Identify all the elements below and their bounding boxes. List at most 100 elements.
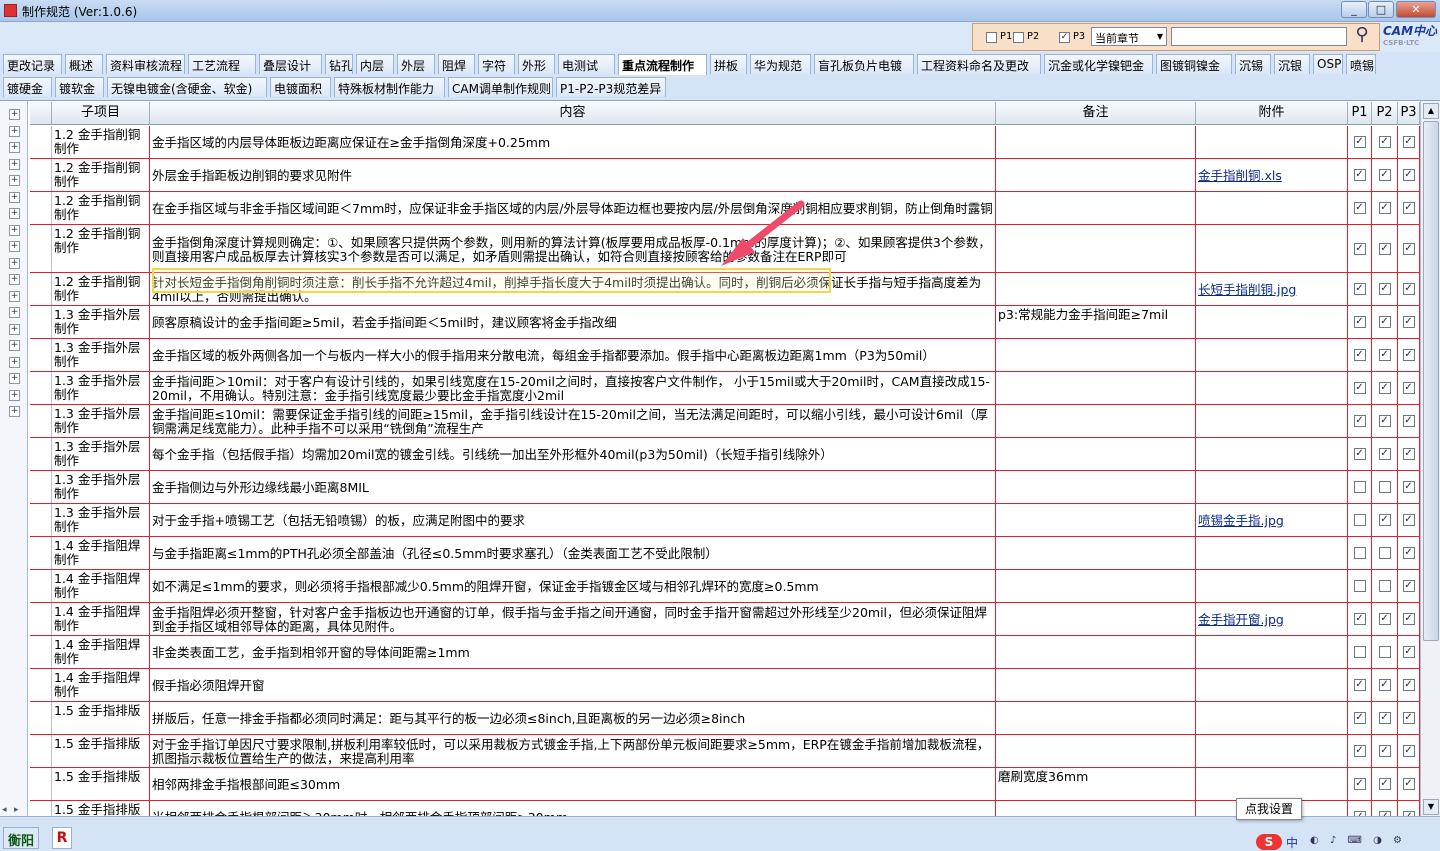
p1-checkbox[interactable]: ✓ — [1353, 679, 1366, 691]
tree-expand-icon[interactable]: + — [9, 125, 20, 137]
row-indicator[interactable] — [30, 306, 52, 338]
row-indicator[interactable] — [30, 768, 52, 800]
table-row[interactable]: 1.3 金手指外层制作 顾客原稿设计的金手指间距≥5mil，若金手指间距＜5mil… — [30, 306, 1420, 339]
p1-checkbox[interactable]: ✓ — [1353, 169, 1366, 181]
tab-8[interactable]: 阻焊 — [438, 54, 475, 74]
p3-checkbox[interactable]: ✓ — [1402, 242, 1415, 255]
tab-16[interactable]: 工程资料命名及更改 — [917, 54, 1041, 74]
p1-checkbox[interactable] — [1353, 547, 1366, 559]
p1-checkbox[interactable]: ✓ — [1353, 202, 1366, 214]
p1-checkbox[interactable] — [1353, 580, 1366, 592]
table-row[interactable]: 1.4 金手指阻焊制作 如不满足≤1mm的要求，则必须将手指根部减少0.5mm的阻… — [30, 570, 1420, 603]
p3-checkbox[interactable]: ✓ — [1402, 745, 1415, 757]
tab-15[interactable]: 盲孔板负片电镀 — [814, 54, 914, 74]
tab2-6[interactable]: P1-P2-P3规范差异 — [556, 77, 666, 97]
p2-checkbox[interactable] — [1378, 547, 1391, 559]
filter-p3-checkbox[interactable]: ✓ — [1059, 32, 1070, 43]
row-indicator[interactable] — [30, 339, 52, 371]
company-label[interactable]: 衡阳 — [3, 827, 40, 849]
tree-expand-icon[interactable]: + — [9, 323, 20, 335]
p3-checkbox[interactable]: ✓ — [1402, 382, 1415, 394]
row-indicator[interactable] — [30, 702, 52, 734]
table-row[interactable]: 1.4 金手指阻焊制作 与金手指距离≤1mm的PTH孔必须全部盖油（孔径≤0.5m… — [30, 537, 1420, 570]
tab-10[interactable]: 外形 — [518, 54, 555, 74]
row-indicator[interactable] — [30, 603, 52, 635]
tree-expand-icon[interactable]: + — [9, 389, 20, 401]
tab2-4[interactable]: 特殊板材制作能力 — [334, 77, 445, 97]
tree-expand-icon[interactable]: + — [9, 373, 20, 384]
close-button[interactable]: ✕ — [1396, 1, 1436, 18]
p3-checkbox[interactable]: ✓ — [1402, 448, 1415, 460]
row-indicator[interactable] — [30, 126, 52, 158]
tree-expand-icon[interactable]: + — [9, 274, 20, 285]
attachment-link[interactable]: 金手指开窗.jpg — [1198, 613, 1284, 627]
table-row[interactable]: 1.3 金手指外层制作 对于金手指+喷锡工艺（包括无铅喷锡）的板，应满足附图中的要… — [30, 504, 1420, 537]
header-content[interactable]: 内容 — [150, 102, 996, 125]
p2-checkbox[interactable]: ✓ — [1378, 514, 1391, 526]
search-icon[interactable]: ⚲ — [1350, 24, 1374, 48]
p1-checkbox[interactable] — [1353, 514, 1366, 526]
row-indicator[interactable] — [30, 192, 52, 224]
row-indicator[interactable] — [30, 669, 52, 701]
tab-5[interactable]: 钻孔 — [325, 54, 353, 74]
table-row[interactable]: 1.3 金手指外层制作 金手指间距＞10mil：对于客户有设计引线的，如果引线宽度… — [30, 372, 1420, 405]
tree-expand-icon[interactable]: + — [9, 158, 20, 170]
p1-checkbox[interactable]: ✓ — [1353, 349, 1366, 361]
scroll-right-icon[interactable]: ▸ — [14, 805, 19, 815]
tab-18[interactable]: 图镀铜镍金 — [1156, 54, 1232, 74]
p1-checkbox[interactable]: ✓ — [1353, 448, 1366, 460]
tree-expand-icon[interactable]: + — [9, 257, 20, 269]
ime-tools-icon[interactable]: ◐ ♪ ⌨ ◑ ⚙ — [1310, 835, 1406, 846]
table-row[interactable]: 1.4 金手指阻焊制作 金手指阻焊必须开整窗，针对客户金手指板边也开通窗的订单，假… — [30, 603, 1420, 636]
scroll-up-icon[interactable]: ▲ — [1423, 103, 1439, 119]
table-row[interactable]: 1.3 金手指外层制作 每个金手指（包括假手指）均需加20mil宽的镀金引线。引线… — [30, 438, 1420, 471]
row-indicator[interactable] — [30, 273, 52, 305]
p1-checkbox[interactable]: ✓ — [1353, 136, 1366, 148]
p1-checkbox[interactable]: ✓ — [1353, 712, 1366, 724]
row-indicator[interactable] — [30, 570, 52, 602]
row-indicator[interactable] — [30, 504, 52, 536]
p1-checkbox[interactable]: ✓ — [1353, 242, 1366, 255]
tree-expand-icon[interactable]: + — [9, 224, 20, 236]
p2-checkbox[interactable]: ✓ — [1378, 613, 1391, 625]
minimize-button[interactable]: _ — [1341, 1, 1367, 18]
tab2-1[interactable]: 镀软金 — [55, 77, 104, 97]
tree-expand-icon[interactable]: + — [9, 356, 20, 368]
tab-20[interactable]: 沉银 — [1274, 54, 1310, 74]
p2-checkbox[interactable]: ✓ — [1378, 712, 1391, 724]
scroll-left-icon[interactable]: ◂ — [2, 805, 7, 815]
p3-checkbox[interactable]: ✓ — [1402, 514, 1415, 526]
tree-expand-icon[interactable]: + — [9, 191, 20, 203]
p2-checkbox[interactable]: ✓ — [1378, 448, 1391, 460]
tab-6[interactable]: 内层 — [356, 54, 394, 74]
table-row[interactable]: 1.4 金手指阻焊制作 假手指必须阻焊开窗 ✓ ✓ ✓ — [30, 669, 1420, 702]
tree-expand-icon[interactable]: + — [9, 307, 20, 318]
search-input[interactable] — [1171, 27, 1347, 46]
tab-11[interactable]: 电测试 — [558, 54, 615, 74]
p3-checkbox[interactable]: ✓ — [1402, 136, 1415, 148]
p3-checkbox[interactable]: ✓ — [1402, 778, 1415, 790]
row-indicator[interactable] — [30, 801, 52, 817]
table-row[interactable]: 1.3 金手指外层制作 金手指间距≤10mil：需要保证金手指引线的间距≥15mi… — [30, 405, 1420, 438]
p2-checkbox[interactable]: ✓ — [1378, 136, 1391, 148]
tree-expand-icon[interactable]: + — [9, 340, 20, 351]
table-row[interactable]: 1.5 金手指排版当相邻两排金手指根部间距＞30mm时，相邻两排金手指顶部间距≥… — [30, 801, 1420, 817]
header-attach[interactable]: 附件 — [1196, 102, 1348, 125]
tab2-0[interactable]: 镀硬金 — [3, 77, 52, 97]
p2-checkbox[interactable]: ✓ — [1378, 316, 1391, 328]
p3-checkbox[interactable]: ✓ — [1402, 580, 1415, 592]
p3-checkbox[interactable]: ✓ — [1402, 316, 1415, 328]
scrollbar-thumb[interactable] — [1423, 121, 1439, 641]
p3-checkbox[interactable]: ✓ — [1402, 679, 1415, 691]
p1-checkbox[interactable]: ✓ — [1353, 382, 1366, 394]
p2-checkbox[interactable]: ✓ — [1378, 349, 1391, 361]
tab2-5[interactable]: CAM调单制作规则 — [448, 77, 553, 97]
p3-checkbox[interactable]: ✓ — [1402, 415, 1415, 427]
row-indicator[interactable] — [30, 438, 52, 470]
tab-19[interactable]: 沉锡 — [1235, 54, 1271, 74]
header-p3[interactable]: P3 — [1398, 102, 1420, 125]
table-row[interactable]: 1.5 金手指排版 拼版后，任意一排金手指都必须同时满足：距与其平行的板一边必须≤… — [30, 702, 1420, 735]
tab-13[interactable]: 拼板 — [710, 54, 747, 74]
maximize-button[interactable]: □ — [1368, 1, 1394, 18]
tree-expand-icon[interactable]: + — [9, 290, 20, 302]
